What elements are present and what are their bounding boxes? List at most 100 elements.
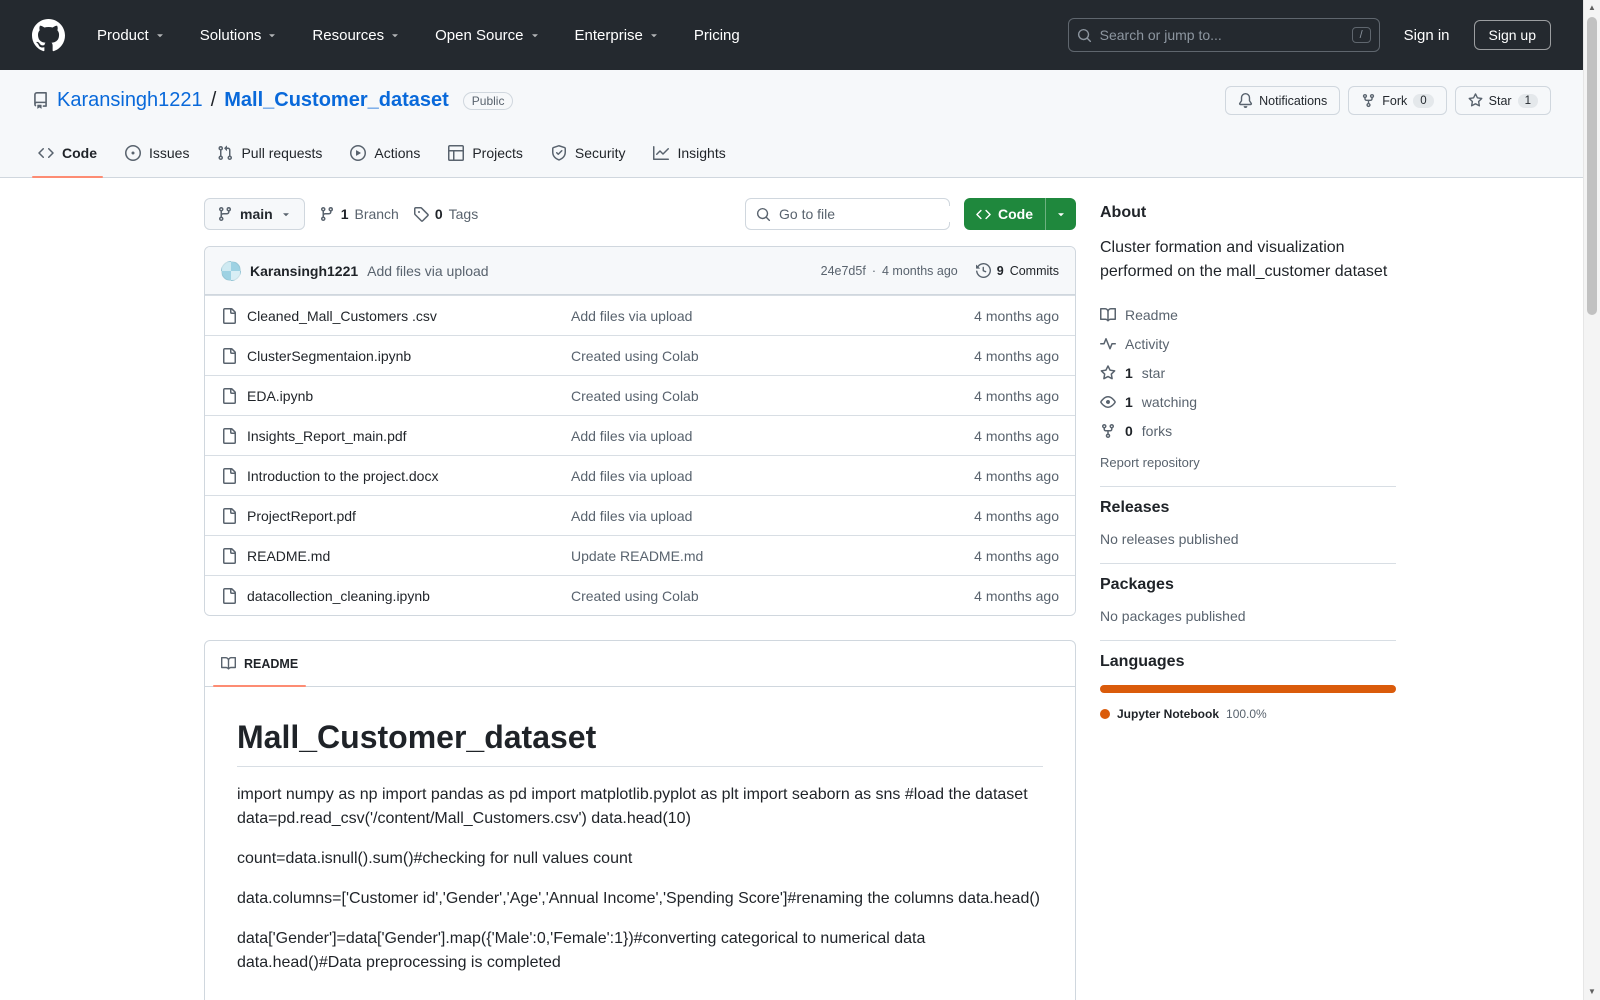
sign-up-button[interactable]: Sign up (1473, 20, 1551, 50)
search-icon (1077, 28, 1091, 42)
branches-link[interactable]: 1 Branch (319, 206, 399, 222)
nav-item-resources[interactable]: Resources (302, 19, 411, 52)
commit-history-link[interactable]: 9 Commits (975, 263, 1059, 278)
tab-pull-requests[interactable]: Pull requests (203, 129, 336, 177)
commit-author-link[interactable]: Karansingh1221 (250, 263, 358, 279)
tab-insights[interactable]: Insights (639, 129, 739, 177)
commit-message-link[interactable]: Add files via upload (367, 263, 488, 279)
repo-tab-nav: Code Issues Pull requests Actions Projec… (0, 129, 1583, 178)
tab-issues[interactable]: Issues (111, 129, 203, 177)
star-button[interactable]: Star 1 (1454, 86, 1551, 115)
tab-code[interactable]: Code (24, 129, 111, 178)
file-commit-message-link[interactable]: Created using Colab (571, 388, 919, 404)
sidebar-item-readme[interactable]: Readme (1100, 300, 1396, 329)
language-bar[interactable] (1100, 685, 1396, 693)
scrollbar-up-arrow[interactable]: ▲ (1584, 1, 1600, 15)
code-icon (38, 147, 54, 159)
tab-actions[interactable]: Actions (336, 129, 434, 177)
repo-description: Cluster formation and visualization perf… (1100, 239, 1388, 280)
sidebar-item-activity[interactable]: Activity (1100, 329, 1396, 358)
packages-title: Packages (1100, 576, 1174, 593)
nav-item-solutions[interactable]: Solutions (190, 19, 289, 52)
repo-icon (34, 92, 47, 109)
scrollbar-thumb[interactable] (1587, 17, 1597, 315)
chevron-down-icon (531, 34, 538, 38)
sidebar-item-watching[interactable]: 1 watching (1100, 387, 1396, 416)
readme-tab[interactable]: README (212, 641, 307, 687)
tab-security[interactable]: Security (537, 129, 640, 177)
file-name-link[interactable]: ProjectReport.pdf (247, 508, 356, 524)
nav-item-product[interactable]: Product (87, 19, 176, 52)
file-commit-message-link[interactable]: Update README.md (571, 548, 919, 564)
file-name-link[interactable]: Introduction to the project.docx (247, 468, 438, 484)
table-row: ProjectReport.pdf Add files via upload 4… (205, 495, 1075, 535)
file-commit-message-link[interactable]: Add files via upload (571, 428, 919, 444)
table-row: Insights_Report_main.pdf Add files via u… (205, 415, 1075, 455)
tab-projects[interactable]: Projects (434, 129, 537, 177)
commits-label: Commits (1009, 263, 1059, 278)
file-name-link[interactable]: Cleaned_Mall_Customers .csv (247, 308, 437, 324)
nav-item-enterprise[interactable]: Enterprise (565, 19, 670, 52)
file-icon (223, 547, 236, 564)
language-legend-item[interactable]: Jupyter Notebook 100.0% (1100, 707, 1396, 721)
repo-name-link[interactable]: Mall_Customer_dataset (224, 89, 449, 112)
commit-time-link[interactable]: 4 months ago (882, 264, 958, 278)
sidebar-item-forks[interactable]: 0 forks (1100, 416, 1396, 445)
nav-item-pricing[interactable]: Pricing (684, 19, 750, 52)
watching-count: 1 (1125, 393, 1133, 410)
file-icon (223, 387, 236, 404)
nav-item-open-source[interactable]: Open Source (425, 19, 550, 52)
packages-empty-text: No packages published (1100, 608, 1246, 624)
sidebar-item-stars[interactable]: 1 star (1100, 358, 1396, 387)
play-circle-icon (350, 145, 367, 161)
sidebar-item-label: watching (1141, 393, 1198, 410)
notifications-button[interactable]: Notifications (1225, 86, 1341, 115)
global-search-input[interactable] (1099, 27, 1344, 43)
table-icon (448, 145, 465, 161)
global-search[interactable]: / (1067, 18, 1380, 52)
fork-count: 0 (1413, 93, 1434, 108)
star-count: 1 (1517, 93, 1538, 108)
eye-icon (1100, 395, 1116, 408)
vertical-scrollbar[interactable]: ▲ ▼ (1583, 0, 1600, 1000)
code-button-dropdown[interactable] (1045, 198, 1076, 230)
file-commit-time: 4 months ago (974, 547, 1059, 564)
file-commit-message-link[interactable]: Add files via upload (571, 308, 919, 324)
go-to-file-input[interactable] (779, 206, 960, 222)
file-name-link[interactable]: datacollection_cleaning.ipynb (247, 588, 430, 604)
file-commit-message-link[interactable]: Add files via upload (571, 508, 919, 524)
github-logo-icon[interactable] (32, 18, 65, 52)
star-label: Star (1488, 93, 1512, 108)
tab-label: Code (62, 145, 97, 161)
file-name-link[interactable]: README.md (247, 548, 330, 564)
report-repository-link[interactable]: Report repository (1100, 455, 1200, 470)
file-commit-message-link[interactable]: Created using Colab (571, 348, 919, 364)
code-download-button[interactable]: Code (964, 198, 1076, 230)
file-commit-message-link[interactable]: Created using Colab (571, 588, 919, 604)
tab-label: Projects (472, 145, 523, 161)
latest-commit-bar: Karansingh1221 Add files via upload 24e7… (205, 247, 1075, 295)
branch-count-label: Branch (354, 206, 399, 222)
scrollbar-down-arrow[interactable]: ▼ (1584, 985, 1600, 999)
search-icon (756, 207, 771, 221)
tags-link[interactable]: 0 Tags (413, 206, 478, 222)
file-icon (223, 307, 236, 324)
avatar[interactable] (221, 260, 241, 281)
sign-in-link[interactable]: Sign in (1394, 21, 1460, 50)
branch-selector[interactable]: main (204, 198, 305, 230)
languages-title: Languages (1100, 653, 1185, 670)
file-name-link[interactable]: ClusterSegmentaion.ipynb (247, 348, 411, 364)
file-name-link[interactable]: Insights_Report_main.pdf (247, 428, 407, 444)
fork-button[interactable]: Fork 0 (1348, 86, 1447, 115)
releases-section: Releases No releases published (1100, 486, 1396, 563)
file-name-link[interactable]: EDA.ipynb (247, 388, 313, 404)
repo-header: Karansingh1221 / Mall_Customer_dataset P… (0, 70, 1583, 178)
table-row: EDA.ipynb Created using Colab 4 months a… (205, 375, 1075, 415)
file-commit-message-link[interactable]: Add files via upload (571, 468, 919, 484)
nav-item-label: Open Source (435, 26, 524, 44)
nav-item-label: Enterprise (574, 26, 643, 44)
commit-sha-link[interactable]: 24e7d5f (821, 264, 866, 278)
repo-owner-link[interactable]: Karansingh1221 (57, 89, 203, 112)
go-to-file-search[interactable] (745, 198, 960, 230)
file-commit-time: 4 months ago (974, 507, 1059, 524)
